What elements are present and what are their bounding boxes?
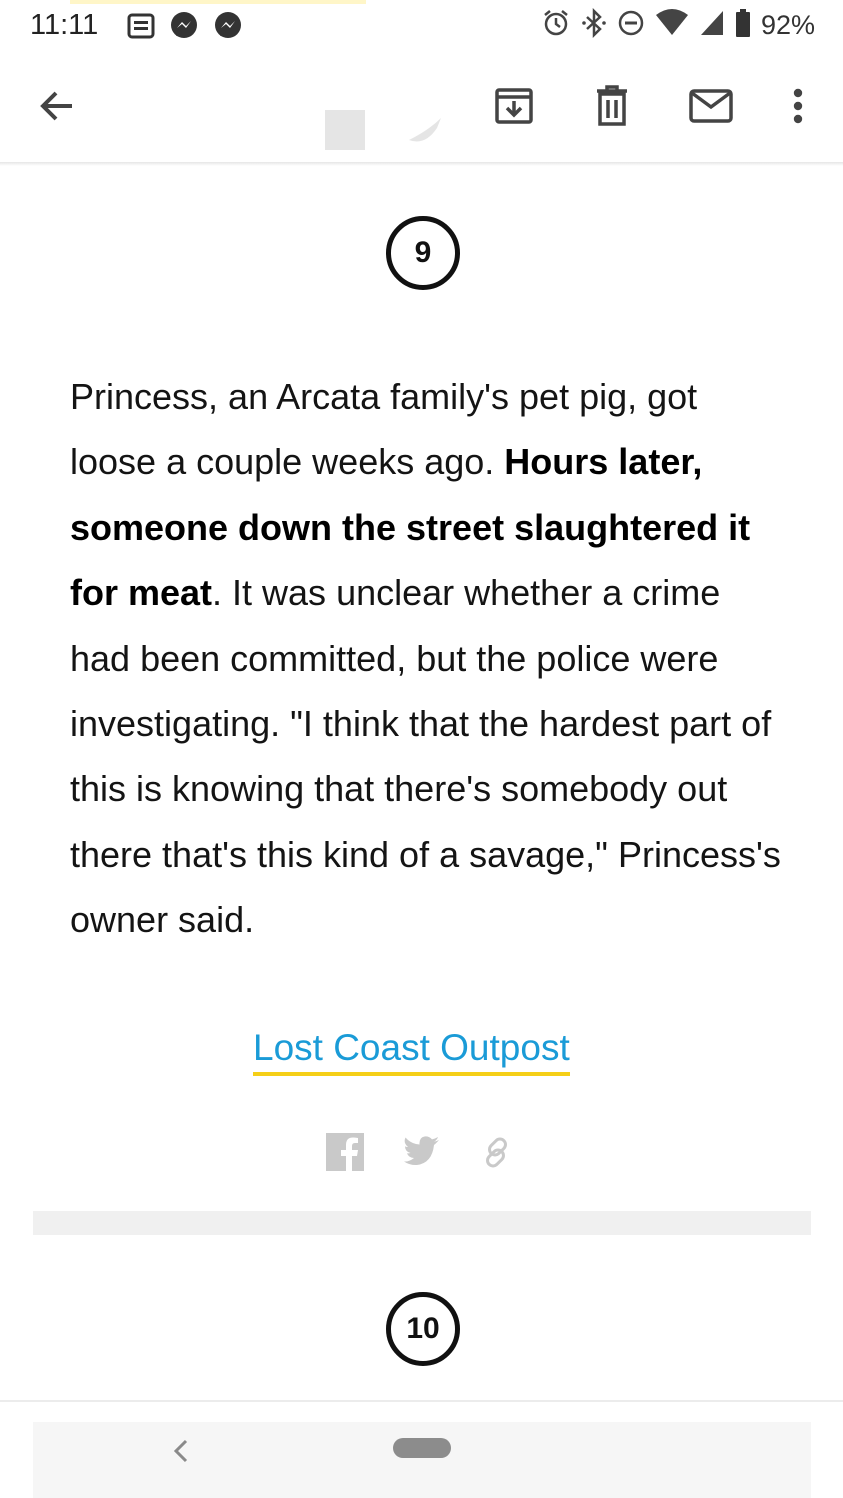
notification-icons — [126, 10, 244, 47]
next-item-number: 10 — [406, 1312, 440, 1345]
status-bar: 11:11 92% — [0, 0, 843, 52]
bluetooth-icon — [581, 7, 607, 43]
source-link[interactable]: Lost Coast Outpost — [253, 1025, 570, 1076]
next-item-number-badge: 10 — [386, 1292, 460, 1366]
wifi-icon — [655, 9, 689, 42]
battery-percent: 92% — [760, 10, 815, 40]
alarm-icon — [541, 8, 571, 43]
notes-icon — [126, 12, 156, 45]
toolbar-shadow — [0, 162, 843, 166]
twitter-icon[interactable] — [404, 1136, 440, 1173]
back-arrow-icon[interactable] — [30, 80, 82, 132]
status-time: 11:11 — [30, 9, 99, 41]
battery-icon — [735, 8, 751, 43]
share-row — [326, 1133, 514, 1176]
archive-icon[interactable] — [490, 82, 538, 130]
app-toolbar — [0, 52, 843, 163]
cell-signal-icon — [699, 9, 725, 42]
system-icons: 92% — [541, 7, 815, 43]
more-vert-icon[interactable] — [778, 82, 818, 130]
back-chevron-icon[interactable] — [171, 1434, 191, 1473]
article-paragraph: Princess, an Arcata family's pet pig, go… — [70, 364, 790, 953]
system-nav-bar — [33, 1422, 811, 1498]
item-number-badge: 9 — [386, 216, 460, 290]
paragraph-text-end: . It was unclear whether a crime had bee… — [70, 572, 781, 941]
faint-share-row — [325, 110, 445, 150]
do-not-disturb-icon — [617, 9, 645, 42]
home-pill-icon[interactable] — [393, 1438, 451, 1458]
section-divider — [33, 1211, 811, 1235]
facebook-icon[interactable] — [326, 1133, 364, 1176]
mail-icon[interactable] — [686, 82, 736, 130]
link-icon[interactable] — [480, 1135, 514, 1174]
status-bar-accent — [70, 0, 366, 4]
item-number: 9 — [414, 236, 432, 269]
messenger-icon — [168, 10, 200, 47]
messenger-icon — [212, 10, 244, 47]
nav-separator — [0, 1400, 843, 1402]
trash-icon[interactable] — [588, 82, 636, 130]
